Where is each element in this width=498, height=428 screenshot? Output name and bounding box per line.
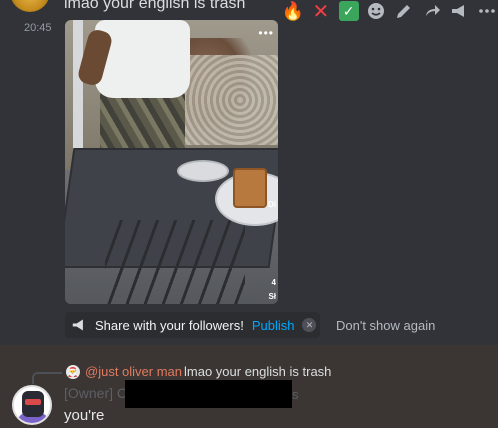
message-toolbar: 🔥 ✕ ✓: [276, 0, 498, 26]
more-icon: [479, 9, 495, 13]
publish-link[interactable]: Publish: [252, 318, 295, 333]
reply-connector: [32, 372, 62, 384]
fire-icon: 🔥: [281, 0, 305, 21]
video-more-icon[interactable]: •••: [258, 26, 274, 40]
author-avatar[interactable]: [10, 0, 50, 12]
share-label: Share with your followers!: [95, 317, 244, 333]
pencil-icon: [397, 5, 411, 18]
person-figure: [95, 20, 190, 98]
more-options-button[interactable]: [476, 0, 498, 22]
announce-button[interactable]: [449, 0, 471, 22]
reply-icon: [425, 5, 440, 16]
fire-reaction-button[interactable]: 🔥: [282, 0, 304, 22]
message-timestamp: 20:45: [24, 22, 52, 34]
author-name[interactable]: [Owner] C: [64, 385, 127, 401]
check-icon: ✓: [338, 1, 359, 21]
dont-show-again-link[interactable]: Don't show again: [336, 318, 435, 333]
author-avatar[interactable]: [12, 385, 52, 425]
add-reaction-button[interactable]: [365, 0, 387, 22]
cross-reaction-button[interactable]: ✕: [310, 0, 332, 23]
reply-preview-text[interactable]: lmao your english is trash: [184, 364, 331, 379]
edit-button[interactable]: [393, 0, 415, 22]
video-overlay-text: 4: [271, 278, 276, 287]
video-overlay-text: Di: [268, 200, 276, 209]
megaphone-icon: [72, 319, 83, 331]
cross-icon: ✕: [312, 0, 330, 23]
megaphone-icon: [452, 5, 465, 17]
message-text: you're: [64, 407, 105, 424]
video-message: lmao your english is trash 20:45 🔥 ✕ ✓ •…: [0, 0, 498, 345]
video-embed[interactable]: ••• Di 4 Sł: [65, 20, 278, 304]
reply-message: 🎅 @just oliver man lmao your english is …: [0, 345, 498, 428]
author-name-tail: s: [292, 387, 299, 402]
video-overlay-text: Sł: [268, 292, 276, 301]
redaction-box: [125, 380, 292, 408]
check-reaction-button[interactable]: ✓: [338, 0, 360, 22]
reply-mention[interactable]: @just oliver man: [85, 364, 182, 379]
close-icon[interactable]: ✕: [302, 318, 317, 332]
replied-user-avatar: 🎅: [66, 365, 80, 379]
share-bar: Share with your followers! Publish ✕: [65, 312, 320, 338]
message-text: lmao your english is trash: [64, 0, 246, 12]
reply-button[interactable]: [421, 0, 443, 22]
emoji-icon: [368, 3, 385, 19]
